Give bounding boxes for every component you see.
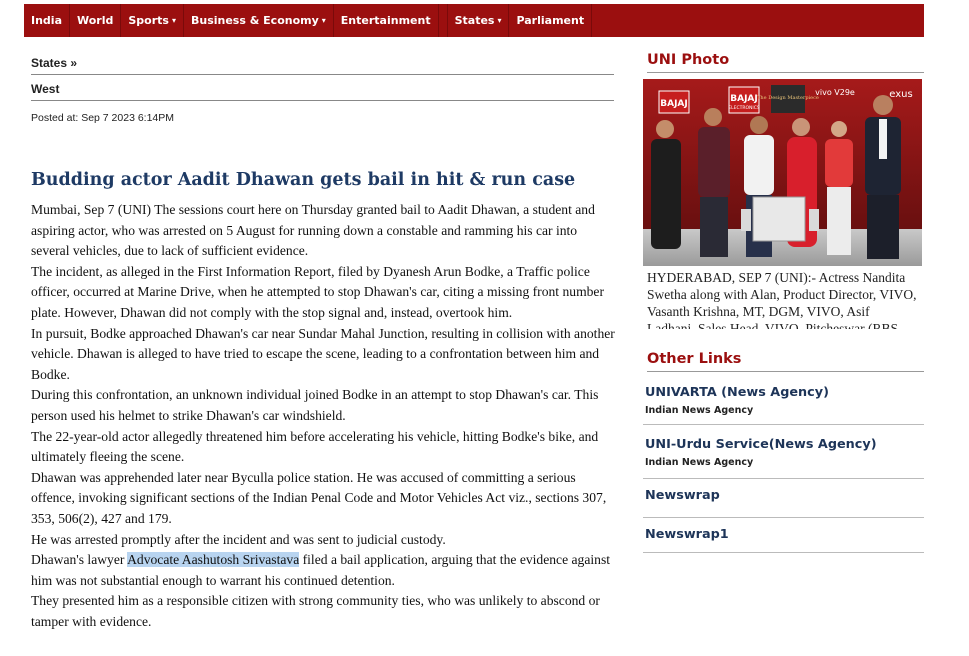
nav-item-states[interactable]: States ▾ — [446, 4, 510, 37]
photo-right-text: exus — [889, 89, 912, 100]
uni-photo-image[interactable]: BAJAJ BAJAJ ELECTRONICS The Design Maste… — [643, 79, 922, 266]
other-link-uni-urdu: UNI-Urdu Service(News Agency) Indian New… — [643, 437, 924, 479]
article-paragraph: Dhawan was apprehended later near Bycull… — [31, 469, 607, 526]
photo-brand-text: BAJAJ — [730, 94, 758, 104]
link-subtitle: Indian News Agency — [645, 405, 754, 416]
chevron-down-icon: ▾ — [321, 16, 326, 25]
article-paragraph: The incident, as alleged in the First In… — [31, 263, 604, 320]
article-paragraph: In pursuit, Bodke approached Dhawan's ca… — [31, 325, 615, 382]
article-paragraph: They presented him as a responsible citi… — [31, 593, 600, 629]
breadcrumb-label: West — [31, 82, 60, 96]
breadcrumb-label: States » — [31, 56, 78, 70]
link-title[interactable]: Newswrap1 — [645, 527, 924, 542]
nav-item-business-economy[interactable]: Business & Economy ▾ — [184, 4, 334, 37]
text-run: Dhawan's lawyer — [31, 552, 128, 568]
other-link-univarta: UNIVARTA (News Agency) Indian News Agenc… — [643, 385, 924, 425]
article-paragraph: He was arrested promptly after the incid… — [31, 531, 446, 547]
photo-caption: HYDERABAD, SEP 7 (UNI):- Actress Nandita… — [647, 270, 917, 329]
posted-timestamp: Posted at: Sep 7 2023 6:14PM — [31, 112, 175, 124]
link-title[interactable]: UNI-Urdu Service(News Agency) — [645, 437, 924, 452]
nav-item-world[interactable]: World — [70, 4, 122, 37]
article-body: Mumbai, Sep 7 (UNI) The sessions court h… — [31, 200, 616, 632]
nav-item-entertainment[interactable]: Entertainment — [334, 4, 439, 37]
breadcrumb-states[interactable]: States » — [31, 56, 614, 75]
photo-brand-text: BAJAJ — [660, 99, 688, 109]
article-paragraph: During this confrontation, an unknown in… — [31, 387, 599, 423]
nav-label: Entertainment — [340, 14, 431, 27]
article-headline: Budding actor Aadit Dhawan gets bail in … — [31, 170, 576, 190]
selected-text-highlight[interactable]: Advocate Aashutosh Srivastava — [127, 552, 300, 568]
nav-label: Parliament — [516, 14, 585, 27]
photo-illustration: BAJAJ BAJAJ ELECTRONICS The Design Maste… — [643, 79, 922, 266]
nav-label: India — [31, 14, 62, 27]
uni-photo-heading: UNI Photo — [647, 52, 924, 73]
nav-label: Sports — [128, 14, 169, 27]
article-paragraph-lawyer: Dhawan's lawyer Advocate Aashutosh Sriva… — [31, 550, 616, 591]
nav-label: Business & Economy — [190, 14, 319, 27]
photo-center-text: The Design Masterpiece — [757, 95, 819, 101]
nav-label: States — [454, 14, 495, 27]
nav-item-sports[interactable]: Sports ▾ — [121, 4, 184, 37]
photo-brand-sub-text: ELECTRONICS — [728, 105, 760, 111]
other-link-newswrap: Newswrap — [643, 488, 924, 518]
chevron-down-icon: ▾ — [171, 16, 176, 25]
nav-item-india[interactable]: India — [24, 4, 70, 37]
article-paragraph: The 22-year-old actor allegedly threaten… — [31, 428, 599, 465]
link-title[interactable]: UNIVARTA (News Agency) — [645, 385, 924, 400]
photo-partner-text: vivo V29e — [815, 88, 855, 97]
article-paragraph: Mumbai, Sep 7 (UNI) The sessions court h… — [31, 202, 595, 259]
chevron-down-icon: ▾ — [497, 16, 502, 25]
nav-item-parliament[interactable]: Parliament — [509, 4, 593, 37]
other-link-newswrap1: Newswrap1 — [643, 527, 924, 553]
top-navigation-bar: India World Sports ▾ Business & Economy ▾ … — [24, 4, 924, 37]
link-title[interactable]: Newswrap — [645, 488, 924, 503]
other-links-heading: Other Links — [647, 351, 924, 372]
link-subtitle: Indian News Agency — [645, 457, 754, 468]
breadcrumb-region[interactable]: West — [31, 82, 614, 101]
nav-label: World — [77, 14, 114, 27]
